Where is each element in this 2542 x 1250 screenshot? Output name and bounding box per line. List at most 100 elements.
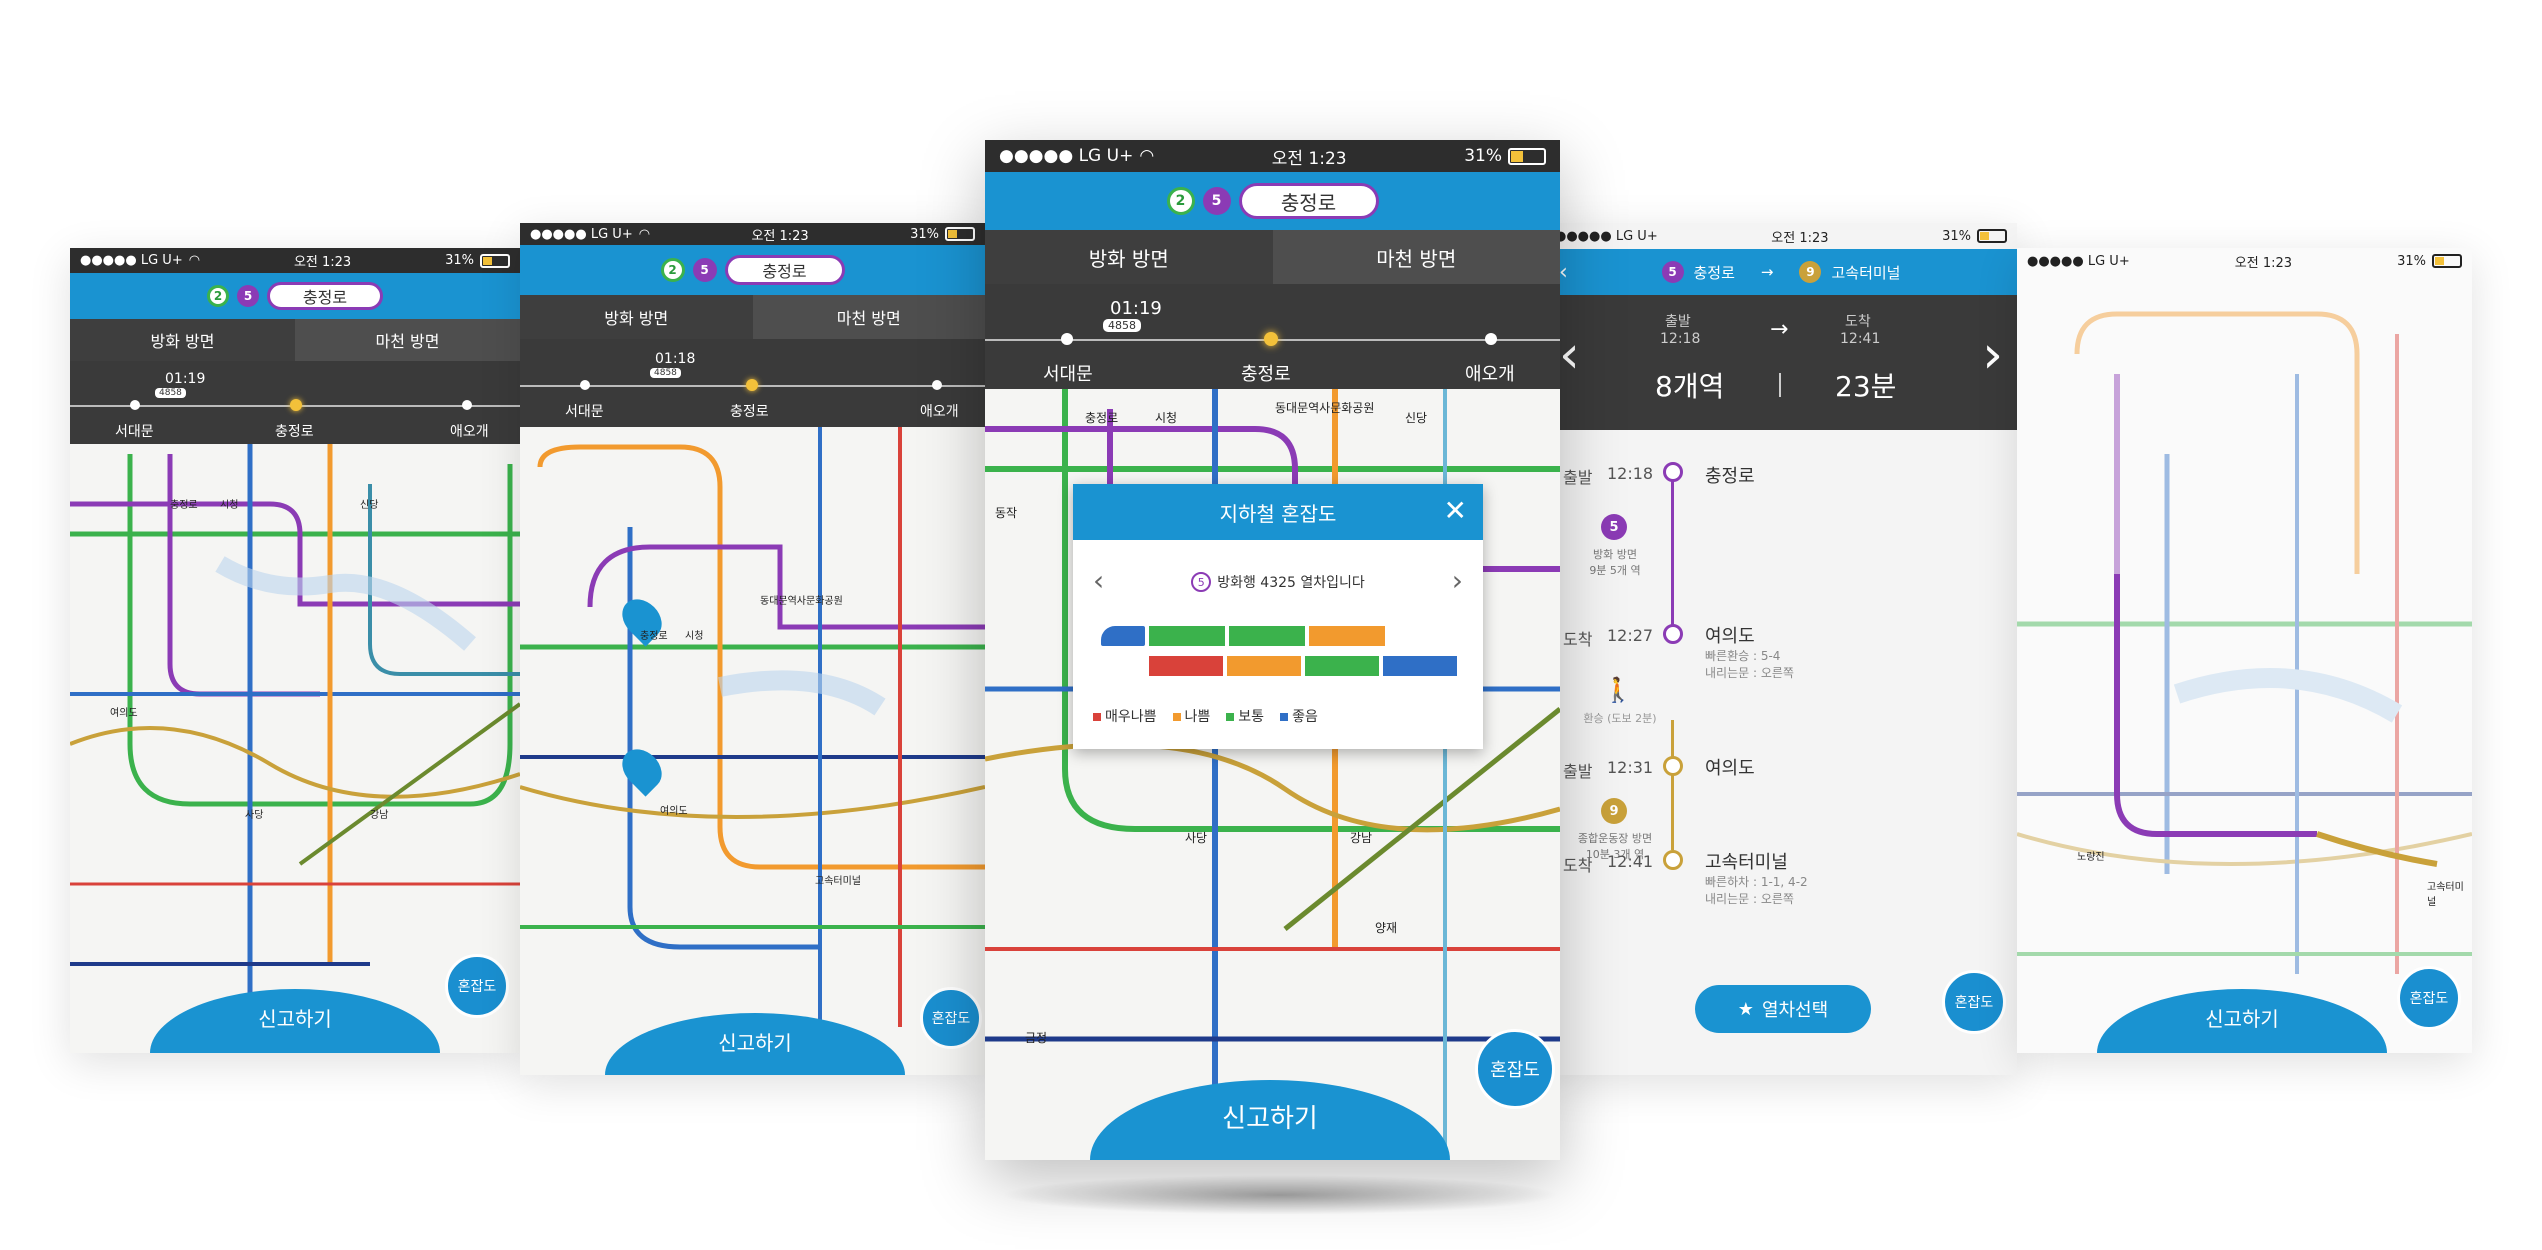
prev-station[interactable]: 서대문 xyxy=(565,401,604,421)
map-label[interactable]: 동작 xyxy=(995,504,1017,521)
line-2-badge[interactable]: 2 xyxy=(1166,187,1195,215)
walk-icon: 🚶 xyxy=(1603,676,1633,704)
stop-name[interactable]: 충정로 xyxy=(1705,462,1755,488)
tab-banghwa[interactable]: 방화 방면 xyxy=(520,295,753,339)
subway-map[interactable]: 노량진 고속터미널 혼잡도 신고하기 xyxy=(2017,274,2472,1053)
station-name-pill[interactable]: 충정로 xyxy=(724,255,845,285)
prev-route-icon[interactable]: ‹ xyxy=(1559,325,1580,385)
map-label[interactable]: 충정로 xyxy=(170,496,198,511)
congestion-button[interactable]: 혼잡도 xyxy=(445,954,509,1018)
next-station[interactable]: 애오개 xyxy=(1465,360,1515,386)
subway-map-svg xyxy=(520,427,985,1075)
stop-notes: 빠른하차 : 1-1, 4-2 내리는문 : 오른쪽 xyxy=(1705,875,1808,906)
status-bar: ●●●●● LG U+ ◠ 오전 1:23 31% xyxy=(70,248,520,273)
status-bar: ●●●●● LG U+ ◠ 오전 1:23 31% xyxy=(985,140,1560,172)
station-name-pill[interactable]: 충정로 xyxy=(1238,183,1379,219)
close-icon[interactable]: ✕ xyxy=(1444,494,1467,527)
map-label[interactable]: 강남 xyxy=(370,806,388,821)
from-station: 충정로 xyxy=(1693,263,1735,282)
congestion-button[interactable]: 혼잡도 xyxy=(920,987,982,1049)
time: 오전 1:23 xyxy=(1771,230,1829,246)
map-label[interactable]: 신당 xyxy=(1405,409,1427,426)
subway-map[interactable]: 충정로 시청 동대문역사문화공원 여의도 고속터미널 혼잡도 신고하기 xyxy=(520,427,985,1075)
next-station[interactable]: 애오개 xyxy=(920,401,959,421)
map-label[interactable]: 고속터미널 xyxy=(815,872,861,887)
map-label[interactable]: 시청 xyxy=(1155,409,1177,426)
battery-icon xyxy=(945,227,975,241)
congestion-button[interactable]: 혼잡도 xyxy=(1475,1029,1555,1109)
prev-station[interactable]: 서대문 xyxy=(1043,360,1093,386)
modal-message: 방화행 4325 열차입니다 xyxy=(1217,575,1365,591)
phone-screen-1: ●●●●● LG U+ ◠ 오전 1:23 31% 2 5 충정로 방화 방면 마… xyxy=(70,248,520,1053)
map-label[interactable]: 시청 xyxy=(220,496,238,511)
legend-normal: 보통 xyxy=(1238,709,1265,725)
tab-banghwa[interactable]: 방화 방면 xyxy=(985,230,1273,284)
next-route-icon[interactable]: › xyxy=(1982,325,2003,385)
train-badge[interactable]: 4858 xyxy=(650,368,681,378)
route-arrow-icon: → xyxy=(1770,317,1789,342)
phone-screen-center: ●●●●● LG U+ ◠ 오전 1:23 31% 2 5 충정로 방화 방면 마… xyxy=(985,140,1560,1160)
phone-screen-2: ●●●●● LG U+ ◠ 오전 1:23 31% 2 5 충정로 방화 방면 마… xyxy=(520,223,985,1075)
subway-map[interactable]: 충정로 시청 동대문역사문화공원 신당 동작 사당 강남 양재 금정 지하철 혼… xyxy=(985,389,1560,1160)
battery-icon xyxy=(480,253,510,268)
map-label[interactable]: 양재 xyxy=(1375,919,1397,936)
wifi-icon: ◠ xyxy=(638,226,651,242)
line-5-badge[interactable]: 5 xyxy=(1202,187,1231,215)
congestion-button[interactable]: 혼잡도 xyxy=(2397,966,2461,1030)
route-summary: ‹ › 출발 12:18 → 도착 12:41 8개역 23분 xyxy=(1545,295,2017,430)
station-count: 8개역 xyxy=(1655,370,1725,403)
wifi-icon: ◠ xyxy=(188,253,201,268)
stop-name[interactable]: 고속터미널 xyxy=(1705,848,1788,874)
select-train-button[interactable]: ★ 열차선택 xyxy=(1695,985,1871,1033)
subway-map[interactable]: 충정로 시청 신당 여의도 사당 강남 혼잡도 신고하기 xyxy=(70,444,520,1053)
train-track: 01:19 4858 서대문 충정로 애오개 xyxy=(70,361,520,444)
station-name-pill[interactable]: 충정로 xyxy=(267,282,383,310)
back-icon[interactable]: ‹ xyxy=(1559,260,1568,285)
car-segment xyxy=(1149,626,1225,646)
train-badge[interactable]: 4858 xyxy=(155,388,186,398)
tab-banghwa[interactable]: 방화 방면 xyxy=(70,319,295,361)
battery-percent: 31% xyxy=(2397,253,2426,269)
stop-name[interactable]: 여의도 xyxy=(1705,622,1755,648)
seg1-line-badge: 5 xyxy=(1601,514,1627,540)
stop-time: 12:18 xyxy=(1607,464,1654,483)
map-label[interactable]: 신당 xyxy=(360,496,378,511)
map-label[interactable]: 강남 xyxy=(1350,829,1372,846)
line-5-badge[interactable]: 5 xyxy=(692,258,717,282)
map-label[interactable]: 고속터미널 xyxy=(2427,878,2472,908)
stop-kind: 출발 xyxy=(1563,762,1593,781)
map-label[interactable]: 충정로 xyxy=(1085,409,1118,426)
stop-time: 12:41 xyxy=(1607,852,1654,871)
train-head-icon xyxy=(1101,626,1145,646)
line-2-badge[interactable]: 2 xyxy=(207,285,229,307)
tab-macheon[interactable]: 마천 방면 xyxy=(1272,230,1560,284)
map-label[interactable]: 여의도 xyxy=(660,802,688,817)
map-label[interactable]: 충정로 xyxy=(640,627,668,642)
depart-label: 출발 xyxy=(1665,314,1691,330)
map-label[interactable]: 금정 xyxy=(1025,1029,1047,1046)
map-label[interactable]: 동대문역사문화공원 xyxy=(1275,399,1374,416)
next-station[interactable]: 애오개 xyxy=(450,421,489,441)
legend-very-crowded: 매우나쁨 xyxy=(1105,709,1157,725)
arrive-label: 도착 xyxy=(1845,314,1871,330)
map-label[interactable]: 동대문역사문화공원 xyxy=(760,592,843,607)
prev-station[interactable]: 서대문 xyxy=(115,421,154,441)
tab-macheon[interactable]: 마천 방면 xyxy=(752,295,985,339)
train-badge[interactable]: 4858 xyxy=(1103,319,1141,332)
train-time: 01:18 xyxy=(655,351,696,367)
stop-name[interactable]: 여의도 xyxy=(1705,754,1755,780)
map-label[interactable]: 여의도 xyxy=(110,704,138,719)
map-label[interactable]: 사당 xyxy=(245,806,263,821)
route-header: ‹ 5 충정로 → 9 고속터미널 xyxy=(1545,249,2017,295)
map-label[interactable]: 노량진 xyxy=(2077,848,2105,863)
stop-time: 12:31 xyxy=(1607,758,1654,777)
train-cars xyxy=(1101,626,1461,676)
map-label[interactable]: 시청 xyxy=(685,627,703,642)
congestion-button[interactable]: 혼잡도 xyxy=(1942,970,2006,1034)
battery-percent: 31% xyxy=(1464,146,1502,166)
status-bar: ●●●●● LG U+ ◠ 오전 1:23 31% xyxy=(520,223,985,245)
tab-macheon[interactable]: 마천 방면 xyxy=(295,319,520,361)
line-2-badge[interactable]: 2 xyxy=(660,258,685,282)
line-5-badge[interactable]: 5 xyxy=(237,285,259,307)
map-label[interactable]: 사당 xyxy=(1185,829,1207,846)
